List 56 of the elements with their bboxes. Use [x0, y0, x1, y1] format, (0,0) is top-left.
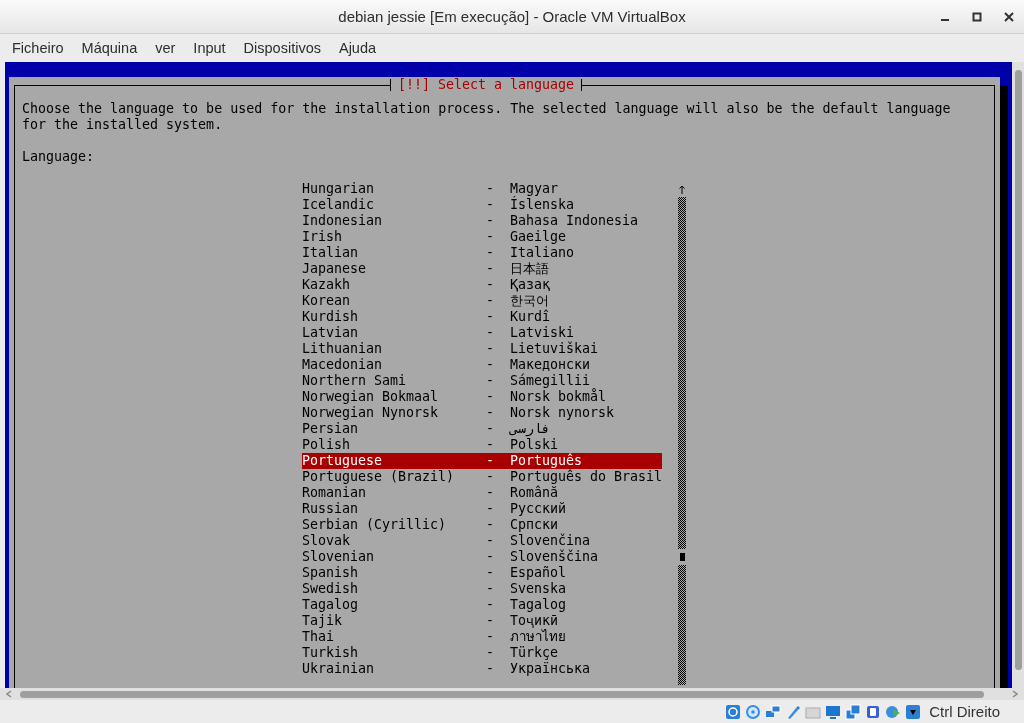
dialog-title: [!!] Select a language — [397, 77, 576, 93]
language-option[interactable]: Korean - 한국어 — [302, 293, 662, 309]
language-option[interactable]: Kurdish - Kurdî — [302, 309, 662, 325]
language-option[interactable]: Northern Sami - Sámegillii — [302, 373, 662, 389]
language-option[interactable]: Portuguese - Português — [302, 453, 662, 469]
monitor-icon[interactable] — [825, 703, 842, 720]
list-label: Language: — [22, 149, 96, 165]
language-option[interactable]: Thai - ภาษาไทย — [302, 629, 662, 645]
language-option[interactable]: Indonesian - Bahasa Indonesia — [302, 213, 662, 229]
language-option[interactable]: Serbian (Cyrillic) - Српски — [302, 517, 662, 533]
language-option[interactable]: Portuguese (Brazil) - Português do Brasil — [302, 469, 662, 485]
language-option[interactable]: Russian - Русский — [302, 501, 662, 517]
scroll-right-icon[interactable] — [1012, 690, 1018, 698]
scroll-up-arrow-icon[interactable] — [679, 184, 685, 194]
language-option[interactable]: Ukrainian - Українська — [302, 661, 662, 677]
scrollbar-thumb[interactable] — [679, 553, 685, 561]
language-option[interactable]: Hungarian - Magyar — [302, 181, 662, 197]
language-option[interactable]: Tagalog - Tagalog — [302, 597, 662, 613]
menu-item[interactable]: Ficheiro — [12, 40, 64, 56]
language-option[interactable]: Lithuanian - Lietuviškai — [302, 341, 662, 357]
language-option[interactable]: Tajik - Тоҷикӣ — [302, 613, 662, 629]
download-icon[interactable] — [905, 703, 922, 720]
windows-icon[interactable] — [845, 703, 862, 720]
scrollbar-handle[interactable] — [20, 690, 984, 698]
language-option[interactable]: Latvian - Latviski — [302, 325, 662, 341]
host-key-label: Ctrl Direito — [929, 703, 1000, 720]
language-option[interactable]: Slovak - Slovenčina — [302, 533, 662, 549]
language-option[interactable]: Macedonian - Македонски — [302, 357, 662, 373]
close-icon[interactable] — [1004, 12, 1014, 22]
language-option[interactable]: Polish - Polski — [302, 437, 662, 453]
language-option[interactable]: Slovenian - Slovenščina — [302, 549, 662, 565]
language-option[interactable]: Norwegian Nynorsk - Norsk nynorsk — [302, 405, 662, 421]
language-option[interactable]: Swedish - Svenska — [302, 581, 662, 597]
language-option[interactable]: Norwegian Bokmaal - Norsk bokmål — [302, 389, 662, 405]
window-title: debian jessie [Em execução] - Oracle VM VirtualBox — [338, 8, 686, 25]
language-option[interactable]: Icelandic - Íslenska — [302, 197, 662, 213]
menu-item[interactable]: Dispositivos — [243, 40, 321, 56]
menu-item[interactable]: Ajuda — [338, 40, 377, 56]
menu-item[interactable]: Input — [193, 40, 226, 56]
scroll-left-icon[interactable] — [6, 690, 12, 698]
maximize-icon[interactable] — [972, 12, 982, 22]
vertical-scrollbar[interactable] — [1012, 62, 1024, 688]
menu-item[interactable]: Máquina — [81, 40, 138, 56]
language-option[interactable]: Turkish - Türkçe — [302, 645, 662, 661]
menu-item[interactable]: ver — [155, 40, 176, 56]
language-option[interactable]: Japanese - 日本語 — [302, 261, 662, 277]
optical-disc-icon[interactable] — [745, 703, 762, 720]
language-option[interactable]: Irish - Gaeilge — [302, 229, 662, 245]
language-option[interactable]: Kazakh - Қазақ — [302, 277, 662, 293]
horizontal-scrollbar[interactable] — [0, 688, 1024, 700]
language-option[interactable]: Romanian - Română — [302, 485, 662, 501]
dialog-description: Choose the language to be used for the installation process. The selected language will also be the default language for the installed system. — [22, 101, 952, 133]
language-option[interactable]: Spanish - Español — [302, 565, 662, 581]
network-icon[interactable] — [765, 703, 782, 720]
language-option[interactable]: Italian - Italiano — [302, 245, 662, 261]
scrollbar-handle[interactable] — [1014, 70, 1022, 670]
